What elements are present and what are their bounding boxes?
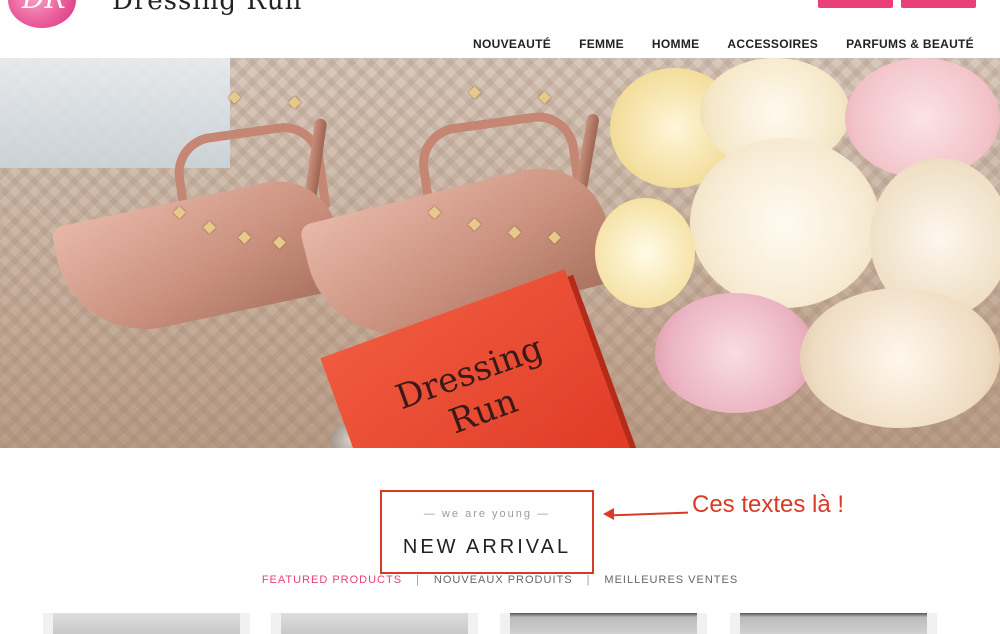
brand-name[interactable]: Dressing Run — [112, 0, 302, 16]
nav-item-homme[interactable]: HOMME — [652, 37, 700, 51]
tab-separator: | — [586, 574, 591, 586]
shoe-left — [50, 170, 350, 346]
tab-meilleures-ventes[interactable]: MEILLEURES VENTES — [604, 574, 738, 586]
notebook-title: Dressing Run — [390, 328, 549, 443]
flower — [655, 293, 815, 413]
nav-item-parfums-beaute[interactable]: PARFUMS & BEAUTÉ — [846, 37, 974, 51]
product-tabs: FEATURED PRODUCTS | NOUVEAUX PRODUITS | … — [0, 574, 1000, 586]
annotation-arrow — [609, 511, 689, 517]
stud — [288, 96, 301, 109]
product-card[interactable] — [500, 613, 707, 634]
stud — [228, 91, 241, 104]
product-image — [53, 613, 240, 634]
annotation-box — [380, 490, 594, 574]
flower — [595, 198, 695, 308]
flower — [800, 288, 1000, 428]
tab-featured-products[interactable]: FEATURED PRODUCTS — [262, 574, 402, 586]
annotation-text: Ces textes là ! — [692, 491, 845, 518]
product-image — [740, 613, 927, 634]
nav-item-nouveaute[interactable]: NOUVEAUTÉ — [473, 37, 551, 51]
main-nav: NOUVEAUTÉ FEMME HOMME ACCESSOIRES PARFUM… — [473, 37, 974, 51]
annotation-arrow-head — [603, 508, 614, 520]
site-logo[interactable]: DR — [8, 0, 76, 28]
product-card[interactable] — [730, 613, 937, 634]
flower — [690, 138, 880, 308]
tab-separator: | — [416, 574, 420, 586]
hero-banner: Dressing Run — [0, 58, 1000, 448]
header-button-2[interactable] — [901, 0, 976, 8]
product-card[interactable] — [271, 613, 478, 634]
product-image — [510, 613, 697, 634]
nav-item-accessoires[interactable]: ACCESSOIRES — [727, 37, 818, 51]
section-title: NEW ARRIVAL — [402, 536, 572, 558]
stud — [468, 86, 481, 99]
product-card[interactable] — [43, 613, 250, 634]
section-tagline: — we are young — — [423, 508, 551, 520]
logo-text: DR — [22, 0, 66, 15]
tab-nouveaux-produits[interactable]: NOUVEAUX PRODUITS — [434, 574, 573, 586]
header-button-1[interactable] — [818, 0, 893, 8]
stud — [538, 91, 551, 104]
nav-item-femme[interactable]: FEMME — [579, 37, 624, 51]
product-image — [281, 613, 468, 634]
site-header: DR Dressing Run NOUVEAUTÉ FEMME HOMME AC… — [0, 0, 1000, 58]
